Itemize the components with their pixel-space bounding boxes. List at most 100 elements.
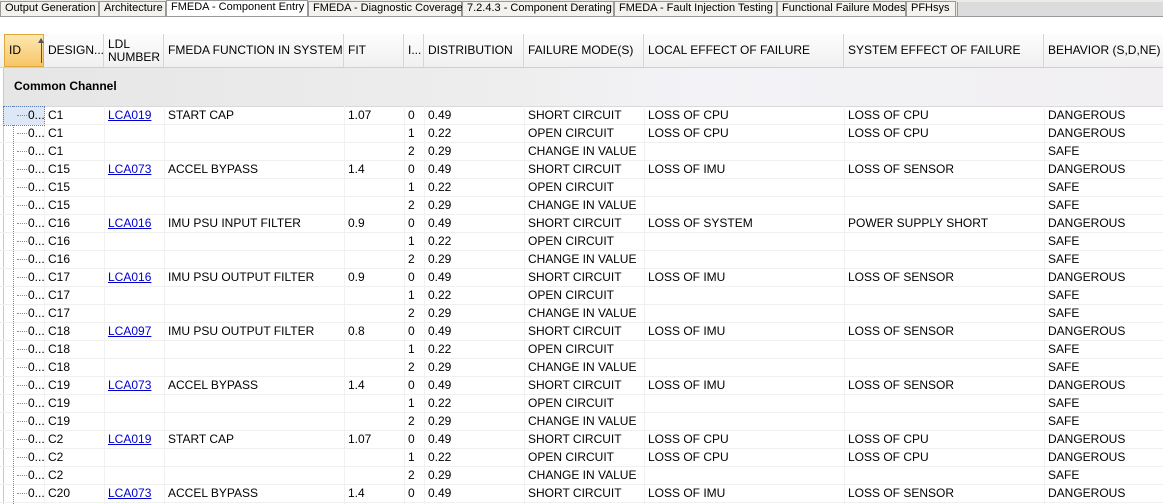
ldl-number-link[interactable]: LCA073 [108, 378, 151, 392]
cell-failure-mode[interactable]: SHORT CIRCUIT [524, 215, 644, 233]
cell-id[interactable]: 0... [4, 359, 44, 377]
cell-local-effect[interactable] [644, 305, 844, 323]
cell-distribution[interactable]: 0.22 [424, 233, 524, 251]
cell-designator[interactable]: C1 [44, 143, 104, 161]
cell-id[interactable]: 0... [4, 269, 44, 287]
cell-failure-mode[interactable]: OPEN CIRCUIT [524, 233, 644, 251]
cell-id[interactable]: 0... [4, 233, 44, 251]
cell-local-effect[interactable]: LOSS OF CPU [644, 107, 844, 125]
cell-local-effect[interactable]: LOSS OF CPU [644, 125, 844, 143]
cell-distribution[interactable]: 0.22 [424, 179, 524, 197]
cell-function[interactable] [164, 251, 344, 269]
cell-behavior[interactable]: SAFE [1044, 395, 1163, 413]
cell-ldl-number[interactable]: LCA073 [104, 485, 164, 503]
cell-function[interactable] [164, 395, 344, 413]
column-header-ldl-number[interactable]: LDL NUMBER [104, 34, 164, 67]
table-row[interactable]: 0... C18 2 0.29 CHANGE IN VALUE SAFE [0, 359, 1163, 377]
table-row[interactable]: 0... C20 LCA073 ACCEL BYPASS 1.4 0 0.49 SHORT C… [0, 485, 1163, 503]
cell-distribution[interactable]: 0.49 [424, 107, 524, 125]
cell-system-effect[interactable] [844, 251, 1044, 269]
cell-fit[interactable] [344, 449, 404, 467]
cell-designator[interactable]: C15 [44, 161, 104, 179]
cell-fit[interactable]: 0.9 [344, 269, 404, 287]
cell-id[interactable]: 0... [4, 143, 44, 161]
cell-fit[interactable] [344, 251, 404, 269]
cell-index[interactable]: 0 [404, 485, 424, 503]
cell-local-effect[interactable] [644, 287, 844, 305]
cell-local-effect[interactable] [644, 467, 844, 485]
cell-function[interactable] [164, 233, 344, 251]
cell-designator[interactable]: C19 [44, 395, 104, 413]
cell-ldl-number[interactable] [104, 449, 164, 467]
column-header-behavior[interactable]: BEHAVIOR (S,D,NE) [1044, 34, 1163, 67]
table-row[interactable]: 0... C1 LCA019 START CAP 1.07 0 0.49 SHORT CIRC… [0, 106, 1163, 126]
cell-system-effect[interactable] [844, 143, 1044, 161]
cell-system-effect[interactable]: LOSS OF SENSOR [844, 323, 1044, 341]
cell-designator[interactable]: C15 [44, 197, 104, 215]
cell-function[interactable]: START CAP [164, 107, 344, 125]
table-row[interactable]: 0... C17 2 0.29 CHANGE IN VALUE SAFE [0, 305, 1163, 323]
cell-behavior[interactable]: SAFE [1044, 179, 1163, 197]
cell-designator[interactable]: C17 [44, 269, 104, 287]
cell-function[interactable]: ACCEL BYPASS [164, 161, 344, 179]
cell-id[interactable]: 0... [4, 287, 44, 305]
tab-architecture[interactable]: Architecture [99, 1, 166, 16]
cell-index[interactable]: 1 [404, 341, 424, 359]
cell-index[interactable]: 1 [404, 395, 424, 413]
cell-behavior[interactable]: SAFE [1044, 341, 1163, 359]
cell-failure-mode[interactable]: CHANGE IN VALUE [524, 197, 644, 215]
cell-fit[interactable] [344, 143, 404, 161]
cell-index[interactable]: 1 [404, 287, 424, 305]
cell-fit[interactable] [344, 197, 404, 215]
cell-index[interactable]: 1 [404, 125, 424, 143]
cell-ldl-number[interactable]: LCA016 [104, 269, 164, 287]
column-header-id[interactable]: ID [4, 34, 44, 67]
cell-index[interactable]: 1 [404, 233, 424, 251]
cell-ldl-number[interactable]: LCA073 [104, 377, 164, 395]
cell-id[interactable]: 0... [4, 485, 44, 503]
cell-fit[interactable]: 0.8 [344, 323, 404, 341]
tab-fmeda-diagnostic-coverage[interactable]: FMEDA - Diagnostic Coverage [308, 1, 463, 16]
cell-ldl-number[interactable]: LCA097 [104, 323, 164, 341]
group-row-common-channel[interactable]: Common Channel [4, 68, 1163, 107]
cell-distribution[interactable]: 0.49 [424, 323, 524, 341]
cell-failure-mode[interactable]: OPEN CIRCUIT [524, 287, 644, 305]
cell-system-effect[interactable] [844, 233, 1044, 251]
tab-fmeda-component-entry[interactable]: FMEDA - Component Entry [166, 0, 308, 16]
table-row[interactable]: 0... C16 LCA016 IMU PSU INPUT FILTER 0.9 0 0.4… [0, 215, 1163, 233]
cell-designator[interactable]: C20 [44, 485, 104, 503]
cell-ldl-number[interactable]: LCA019 [104, 107, 164, 125]
cell-failure-mode[interactable]: SHORT CIRCUIT [524, 485, 644, 503]
cell-id[interactable]: 0... [4, 413, 44, 431]
cell-ldl-number[interactable] [104, 233, 164, 251]
cell-distribution[interactable]: 0.29 [424, 359, 524, 377]
cell-behavior[interactable]: SAFE [1044, 467, 1163, 485]
table-row[interactable]: 0... C19 2 0.29 CHANGE IN VALUE SAFE [0, 413, 1163, 431]
cell-failure-mode[interactable]: CHANGE IN VALUE [524, 359, 644, 377]
cell-local-effect[interactable] [644, 179, 844, 197]
cell-function[interactable] [164, 143, 344, 161]
cell-system-effect[interactable] [844, 179, 1044, 197]
ldl-number-link[interactable]: LCA019 [108, 108, 151, 122]
cell-local-effect[interactable] [644, 251, 844, 269]
cell-designator[interactable]: C16 [44, 215, 104, 233]
table-row[interactable]: 0... C15 2 0.29 CHANGE IN VALUE SAFE [0, 197, 1163, 215]
cell-failure-mode[interactable]: OPEN CIRCUIT [524, 395, 644, 413]
cell-fit[interactable] [344, 305, 404, 323]
cell-function[interactable] [164, 341, 344, 359]
cell-system-effect[interactable] [844, 287, 1044, 305]
cell-local-effect[interactable]: LOSS OF IMU [644, 161, 844, 179]
table-row[interactable]: 0... C2 LCA019 START CAP 1.07 0 0.49 SHORT CIRC… [0, 431, 1163, 449]
cell-id[interactable]: 0... [4, 161, 44, 179]
cell-function[interactable]: START CAP [164, 431, 344, 449]
cell-behavior[interactable]: SAFE [1044, 197, 1163, 215]
table-row[interactable]: 0... C2 2 0.29 CHANGE IN VALUE SAFE [0, 467, 1163, 485]
cell-fit[interactable] [344, 467, 404, 485]
cell-index[interactable]: 1 [404, 179, 424, 197]
cell-behavior[interactable]: DANGEROUS [1044, 161, 1163, 179]
cell-fit[interactable]: 1.07 [344, 107, 404, 125]
cell-behavior[interactable]: SAFE [1044, 287, 1163, 305]
cell-system-effect[interactable]: LOSS OF SENSOR [844, 161, 1044, 179]
column-header-fit[interactable]: FIT [344, 34, 404, 67]
cell-ldl-number[interactable] [104, 197, 164, 215]
